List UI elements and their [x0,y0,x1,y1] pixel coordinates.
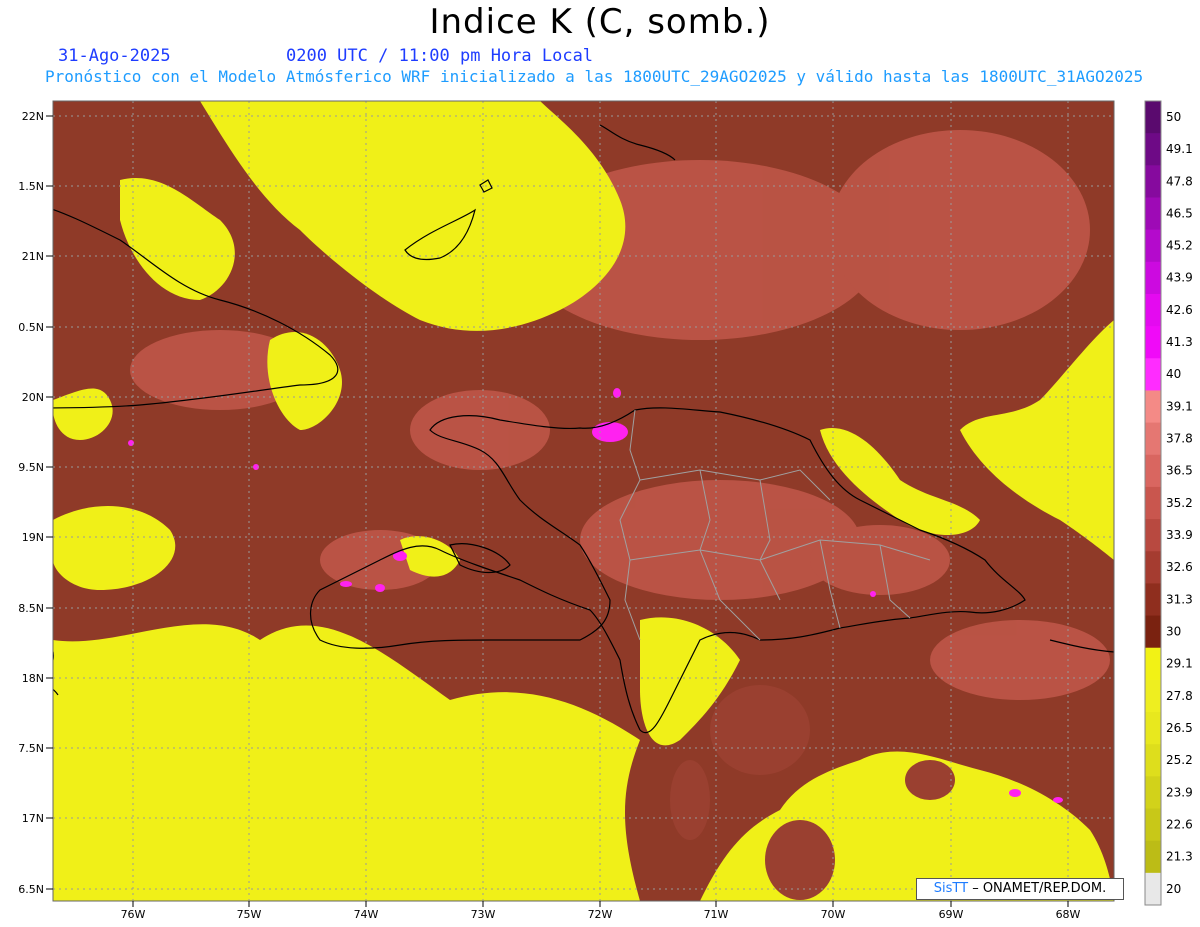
colorbar-swatch [1145,712,1161,745]
forecast-map: 22N 1.5N 21N 0.5N 20N 9.5N 19N 8.5N 18N … [18,100,1193,921]
lat-label: 7.5N [18,742,44,755]
colorbar-swatch [1145,519,1161,552]
lon-label: 69W [939,908,964,921]
colorbar-label: 46.5 [1166,206,1193,220]
lat-label: 18N [22,672,44,685]
lon-label: 70W [821,908,846,921]
colorbar-label: 42.6 [1166,303,1193,317]
colorbar-swatch [1145,872,1161,906]
lon-axis: 76W 75W 74W 73W 72W 71W 70W 69W 68W [121,901,1081,921]
lat-label: 17N [22,812,44,825]
colorbar-label: 45.2 [1166,239,1193,253]
lat-label: 20N [22,391,44,404]
plot-area [53,101,1114,901]
colorbar-label: 35.2 [1166,496,1193,510]
colorbar-swatch [1145,615,1161,649]
colorbar-label: 31.3 [1166,592,1193,606]
lon-label: 74W [354,908,379,921]
model-info: Pronóstico con el Modelo Atmósferico WRF… [45,67,1144,86]
lat-label: 19N [22,531,44,544]
colorbar-swatch [1145,293,1161,327]
colorbar-swatch [1145,165,1161,198]
colorbar-label: 22.6 [1166,817,1193,831]
colorbar-label: 27.8 [1166,689,1193,703]
colorbar-label: 49.1 [1166,142,1193,156]
colorbar-label: 40 [1166,367,1181,381]
lon-label: 75W [237,908,262,921]
colorbar-swatch [1145,101,1161,134]
colorbar-swatch [1145,583,1161,617]
lat-label: 1.5N [18,180,44,193]
lon-label: 68W [1056,908,1081,921]
colorbar-swatch [1145,647,1161,681]
colorbar: 50 49.1 47.8 46.5 45.2 43.9 42.6 41.3 40 39.1 37.8… [1144,100,1193,906]
colorbar-swatch [1145,197,1161,231]
colorbar-swatch [1145,551,1161,584]
colorbar-label: 26.5 [1166,721,1193,735]
colorbar-swatch [1145,133,1161,166]
lat-axis: 22N 1.5N 21N 0.5N 20N 9.5N 19N 8.5N 18N … [18,110,53,896]
credit-text: – ONAMET/REP.DOM. [968,881,1107,896]
credit-brand: SisTT [933,881,969,896]
lat-label: 0.5N [18,321,44,334]
colorbar-label: 36.5 [1166,464,1193,478]
colorbar-label: 20 [1166,882,1181,896]
colorbar-swatch [1145,840,1161,874]
colorbar-label: 21.3 [1166,850,1193,864]
colorbar-label: 37.8 [1166,432,1193,446]
colorbar-swatch [1145,390,1161,424]
lat-label: 8.5N [18,602,44,615]
credit-box: SisTT – ONAMET/REP.DOM. [916,878,1124,900]
colorbar-label: 43.9 [1166,271,1193,285]
lon-label: 73W [471,908,496,921]
colorbar-label: 30 [1166,624,1181,638]
colorbar-label: 25.2 [1166,753,1193,767]
colorbar-label: 23.9 [1166,785,1193,799]
colorbar-swatch [1145,261,1161,295]
lat-label: 21N [22,250,44,263]
colorbar-swatch [1145,486,1161,520]
colorbar-swatch [1145,326,1161,359]
lon-label: 72W [588,908,613,921]
colorbar-label: 41.3 [1166,335,1193,349]
colorbar-swatch [1145,229,1161,263]
colorbar-swatch [1145,422,1161,456]
colorbar-swatch [1145,776,1161,810]
lon-label: 71W [704,908,729,921]
lat-label: 6.5N [18,883,44,896]
lon-label: 76W [121,908,146,921]
colorbar-swatch [1145,808,1161,842]
colorbar-swatch [1145,679,1161,713]
forecast-time: 0200 UTC / 11:00 pm Hora Local [286,46,594,66]
colorbar-label: 32.6 [1166,560,1193,574]
colorbar-label: 29.1 [1166,657,1193,671]
map-title: Indice K (C, somb.) [429,2,771,42]
colorbar-swatch [1145,744,1161,777]
lat-label: 22N [22,110,44,123]
colorbar-label: 33.9 [1166,528,1193,542]
colorbar-label: 50 [1166,110,1181,124]
colorbar-swatch [1145,454,1161,488]
lat-label: 9.5N [18,461,44,474]
colorbar-swatch [1145,358,1161,391]
colorbar-label: 39.1 [1166,399,1193,413]
colorbar-label: 47.8 [1166,174,1193,188]
forecast-date: 31-Ago-2025 [58,46,171,66]
